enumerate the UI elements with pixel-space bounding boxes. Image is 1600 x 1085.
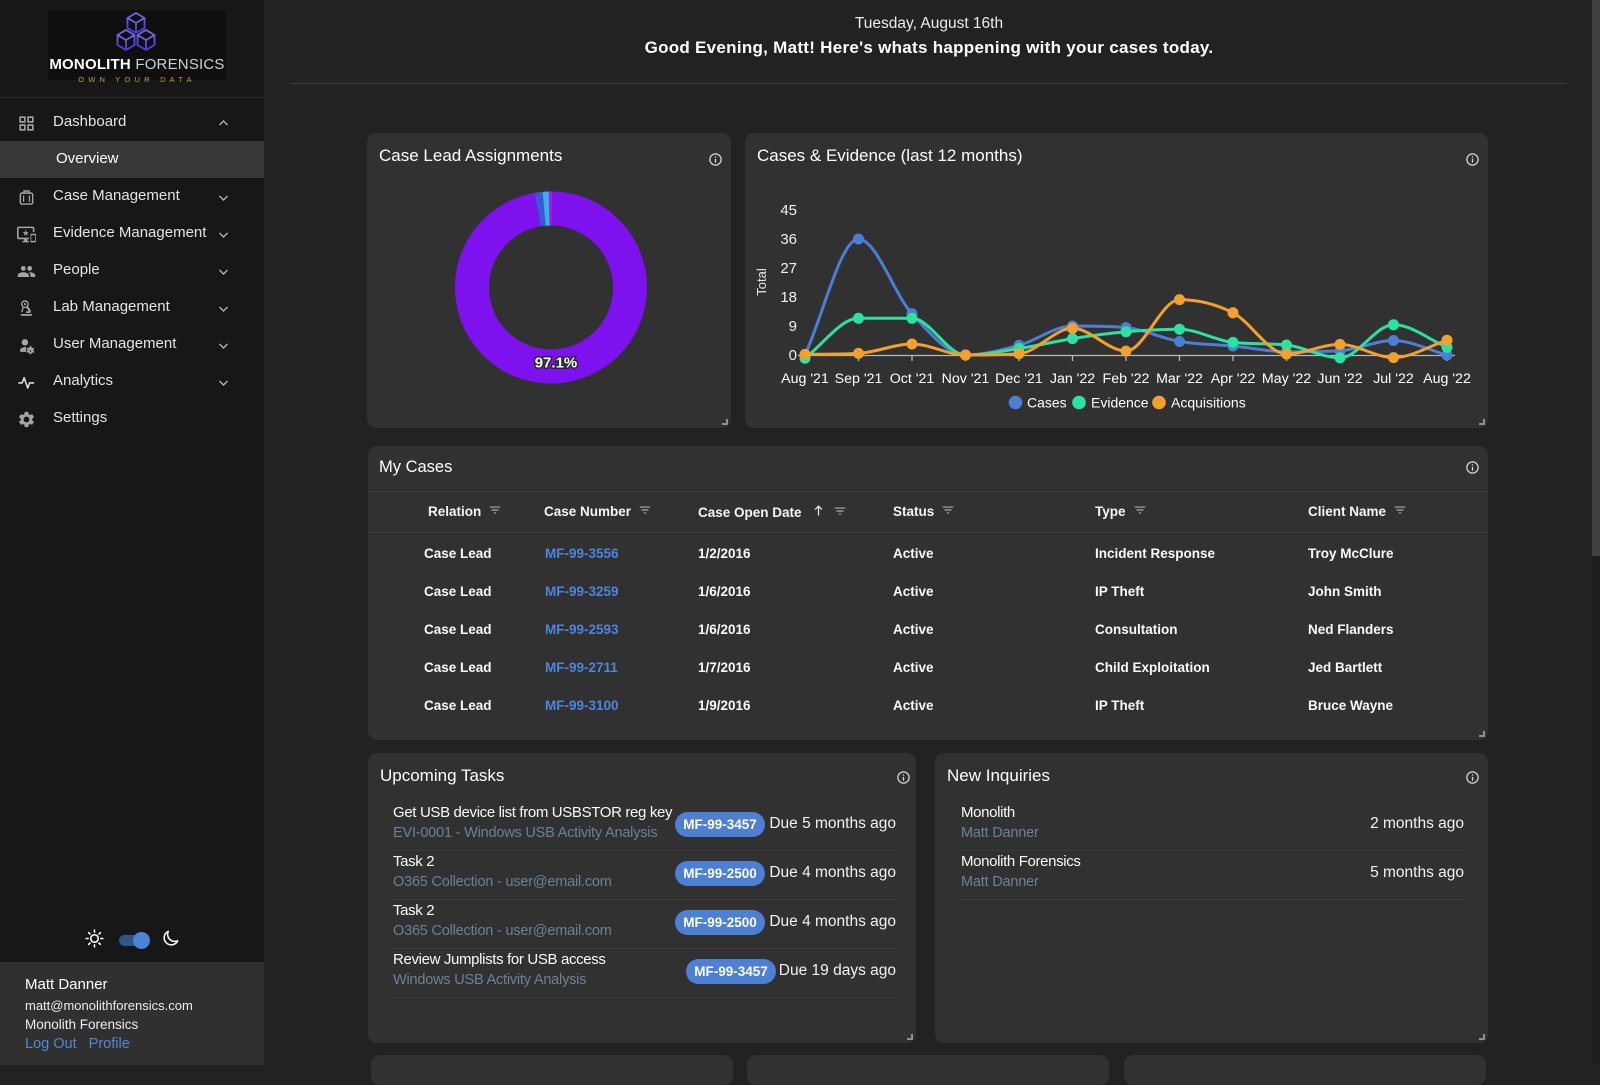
svg-text:45: 45	[780, 202, 797, 219]
svg-text:9: 9	[789, 318, 797, 335]
svg-text:Cases: Cases	[1027, 395, 1067, 411]
svg-text:97.1%: 97.1%	[535, 355, 578, 372]
svg-text:Sep '21: Sep '21	[835, 371, 883, 387]
svg-text:18: 18	[780, 289, 797, 306]
svg-text:Oct '21: Oct '21	[890, 371, 935, 387]
svg-text:Jul '22: Jul '22	[1373, 371, 1414, 387]
svg-text:Mar '22: Mar '22	[1156, 371, 1203, 387]
svg-text:Dec '21: Dec '21	[995, 371, 1043, 387]
svg-text:Apr '22: Apr '22	[1211, 371, 1256, 387]
svg-text:Nov '21: Nov '21	[942, 371, 990, 387]
svg-text:Feb '22: Feb '22	[1103, 371, 1150, 387]
svg-text:36: 36	[780, 231, 797, 248]
svg-text:Jun '22: Jun '22	[1317, 371, 1362, 387]
svg-text:Acquisitions: Acquisitions	[1171, 395, 1246, 411]
svg-text:27: 27	[780, 260, 797, 277]
svg-text:May '22: May '22	[1262, 371, 1311, 387]
svg-text:Aug '22: Aug '22	[1423, 371, 1471, 387]
svg-text:Total: Total	[754, 268, 769, 296]
svg-text:Jan '22: Jan '22	[1050, 371, 1095, 387]
svg-text:0: 0	[789, 347, 797, 364]
svg-text:Aug '21: Aug '21	[781, 371, 829, 387]
svg-text:Evidence: Evidence	[1091, 395, 1149, 411]
